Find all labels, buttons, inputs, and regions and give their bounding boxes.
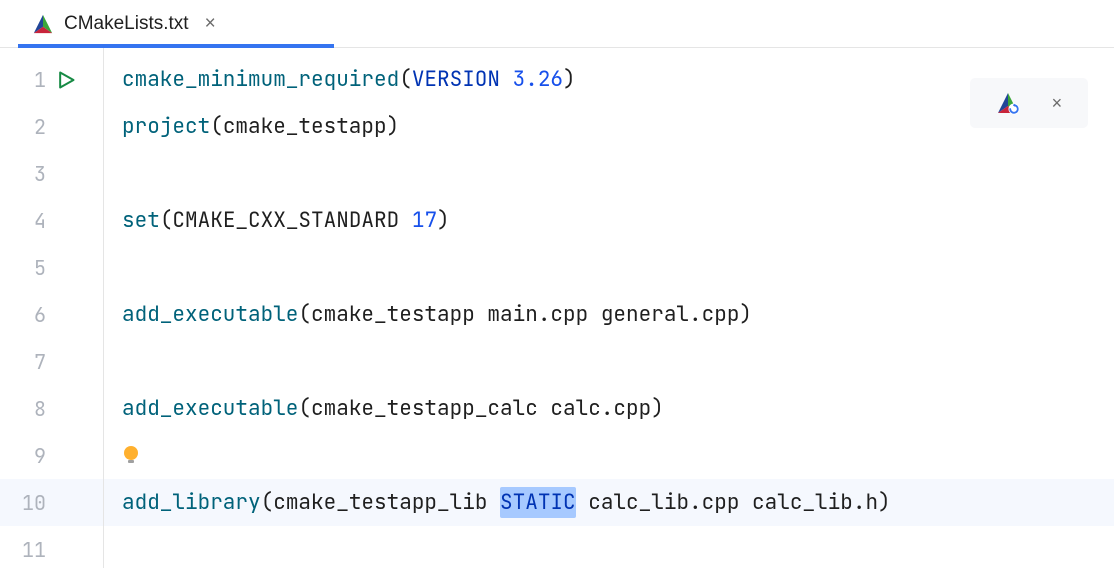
code-line[interactable]: add_executable(cmake_testapp_calc calc.c…	[104, 385, 1114, 432]
gutter-row: 2	[0, 103, 103, 150]
gutter-row: 10	[0, 479, 103, 526]
line-number: 9	[18, 443, 46, 469]
line-number: 10	[18, 490, 46, 516]
line-number: 7	[18, 349, 46, 375]
code-line[interactable]	[104, 432, 1114, 479]
line-number: 1	[18, 67, 46, 93]
selected-text: STATIC	[500, 487, 576, 518]
code-line[interactable]: cmake_minimum_required(VERSION 3.26)	[104, 56, 1114, 103]
gutter-row: 7	[0, 338, 103, 385]
line-number: 2	[18, 114, 46, 140]
gutter-row: 9	[0, 432, 103, 479]
reload-cmake-notification: ×	[970, 78, 1088, 128]
code-line[interactable]	[104, 526, 1114, 573]
code-line-current[interactable]: add_library(cmake_testapp_lib STATIC cal…	[104, 479, 1114, 526]
gutter-row: 8	[0, 385, 103, 432]
editor: 1 2 3 4 5 6 7 8 9 10 11 cmake_minimum_re…	[0, 48, 1114, 568]
file-tab[interactable]: CMakeLists.txt ×	[18, 0, 230, 47]
gutter-row: 6	[0, 291, 103, 338]
code-line[interactable]	[104, 338, 1114, 385]
gutter: 1 2 3 4 5 6 7 8 9 10 11	[0, 48, 104, 568]
gutter-row: 3	[0, 150, 103, 197]
run-gutter-icon[interactable]	[56, 70, 76, 90]
gutter-row: 4	[0, 197, 103, 244]
notification-close-icon[interactable]: ×	[1052, 93, 1063, 114]
line-number: 8	[18, 396, 46, 422]
code-line[interactable]	[104, 244, 1114, 291]
code-line[interactable]	[104, 150, 1114, 197]
code-area[interactable]: cmake_minimum_required(VERSION 3.26) pro…	[104, 48, 1114, 568]
cmake-file-icon	[32, 13, 54, 35]
code-line[interactable]: set(CMAKE_CXX_STANDARD 17)	[104, 197, 1114, 244]
line-number: 3	[18, 161, 46, 187]
cmake-reload-icon[interactable]	[996, 91, 1020, 115]
tab-close-icon[interactable]: ×	[205, 13, 216, 35]
code-line[interactable]: project(cmake_testapp)	[104, 103, 1114, 150]
tab-bar: CMakeLists.txt ×	[0, 0, 1114, 48]
line-number: 11	[18, 537, 46, 563]
line-number: 5	[18, 255, 46, 281]
line-number: 4	[18, 208, 46, 234]
gutter-row: 11	[0, 526, 103, 573]
line-number: 6	[18, 302, 46, 328]
tab-title: CMakeLists.txt	[64, 13, 189, 35]
gutter-row: 1	[0, 56, 103, 103]
gutter-row: 5	[0, 244, 103, 291]
code-line[interactable]: add_executable(cmake_testapp main.cpp ge…	[104, 291, 1114, 338]
